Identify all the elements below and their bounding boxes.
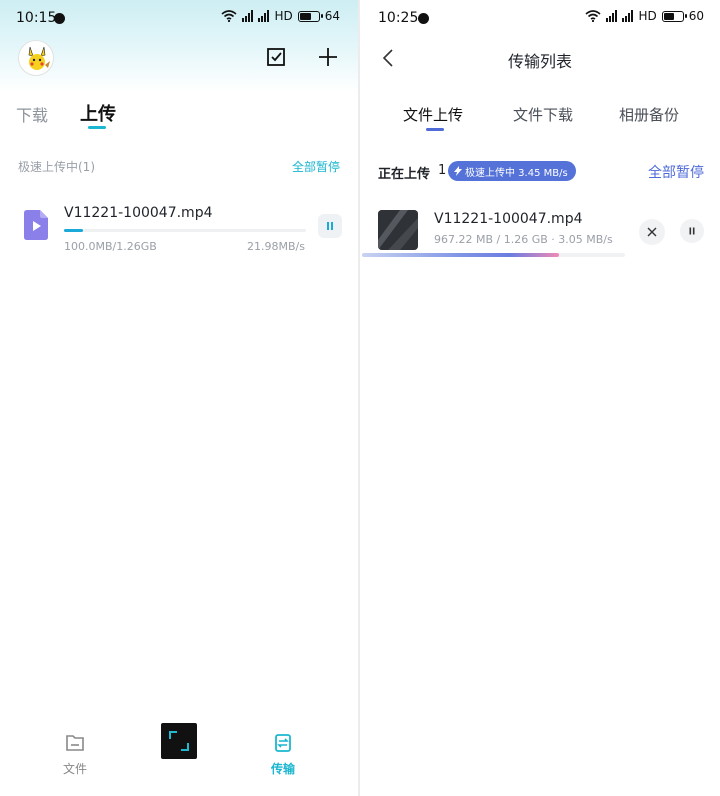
pause-icon (689, 227, 695, 235)
hd-indicator: HD (274, 9, 293, 23)
close-icon (647, 227, 657, 237)
status-bar: 10:25 HD 60 (360, 0, 720, 36)
battery-icon (661, 10, 687, 22)
checkbox-icon (267, 48, 285, 66)
speed-badge: 极速上传中 3.45 MB/s (448, 161, 576, 181)
page-title: 传输列表 (507, 52, 572, 71)
signal-icon (606, 10, 618, 22)
nav-files-label: 文件 (62, 762, 87, 776)
upload-count: 1 (438, 163, 447, 178)
signal-icon (242, 10, 254, 22)
tab-file-upload[interactable]: 文件上传 (403, 104, 463, 125)
wifi-icon (221, 10, 237, 22)
cancel-button[interactable] (639, 219, 665, 245)
status-bar: 10:15 HD 64 (0, 0, 358, 36)
add-button[interactable] (316, 45, 340, 69)
video-thumbnail (378, 210, 418, 250)
pause-icon (327, 222, 333, 230)
file-size-speed: 967.22 MB / 1.26 GB · 3.05 MB/s (434, 233, 613, 246)
transfer-tabs: 下载 上传 (0, 100, 358, 136)
tab-upload[interactable]: 上传 (80, 100, 116, 126)
transfer-tabs: 文件上传 文件下载 相册备份 (360, 104, 720, 134)
status-time: 10:25 (378, 10, 419, 26)
transfer-icon (275, 734, 291, 752)
upload-speed: 21.98MB/s (247, 240, 305, 253)
pause-button[interactable] (318, 214, 342, 238)
upload-section-header: 极速上传中(1) 全部暂停 (18, 158, 340, 176)
scan-frame-icon (169, 731, 189, 751)
bottom-nav: 文件 传输 (0, 720, 358, 796)
speed-badge-text: 极速上传中 3.45 MB/s (465, 167, 568, 179)
pause-button[interactable] (680, 219, 704, 243)
video-file-icon (24, 210, 48, 240)
tab-indicator (88, 126, 106, 129)
signal-icon-2 (622, 10, 634, 22)
section-label: 极速上传中(1) (18, 160, 95, 174)
battery-level: 64 (324, 9, 340, 23)
upload-progress-bar (64, 229, 306, 232)
status-time: 10:15 (16, 10, 57, 26)
signal-icon-2 (258, 10, 270, 22)
nav-transfer[interactable]: 传输 (253, 734, 313, 777)
nav-transfer-label: 传输 (270, 762, 295, 776)
status-dot-icon (54, 13, 65, 24)
file-size-progress: 100.0MB/1.26GB (64, 240, 157, 253)
plus-icon (319, 48, 337, 66)
pause-all-button[interactable]: 全部暂停 (648, 162, 704, 182)
right-screen: 10:25 HD 60 传输列表 文件上传 文件下载 相册备份 正在上传 1 极… (360, 0, 720, 796)
tab-download[interactable]: 下载 (16, 102, 48, 126)
lightning-icon (454, 166, 462, 176)
video-thumbnail-image (378, 210, 418, 250)
battery-level: 60 (688, 9, 704, 23)
page-header: 传输列表 (360, 40, 720, 76)
hd-indicator: HD (638, 9, 657, 23)
wifi-icon (585, 10, 601, 22)
file-name: V11221-100047.mp4 (434, 211, 583, 227)
scan-button[interactable] (161, 723, 197, 759)
nav-files[interactable]: 文件 (45, 734, 105, 777)
tab-indicator (426, 128, 444, 131)
section-label: 正在上传 (378, 167, 431, 182)
upload-section-header: 正在上传 1 极速上传中 3.45 MB/s 全部暂停 (378, 160, 704, 182)
tab-album-backup[interactable]: 相册备份 (619, 104, 679, 125)
avatar[interactable] (18, 40, 54, 76)
left-screen: 10:15 HD 64 下载 上传 极速上传中(1) 全部暂停 V11221-1… (0, 0, 358, 796)
list-item[interactable]: V11221-100047.mp4 100.0MB/1.26GB 21.98MB… (0, 200, 358, 260)
upload-progress-bar (362, 253, 625, 257)
file-name: V11221-100047.mp4 (64, 205, 213, 221)
pause-all-button[interactable]: 全部暂停 (292, 158, 340, 175)
battery-icon (297, 10, 323, 22)
status-dot-icon (418, 13, 429, 24)
tab-file-download[interactable]: 文件下载 (513, 104, 573, 125)
folder-icon (66, 735, 84, 751)
multi-select-button[interactable] (265, 46, 287, 68)
